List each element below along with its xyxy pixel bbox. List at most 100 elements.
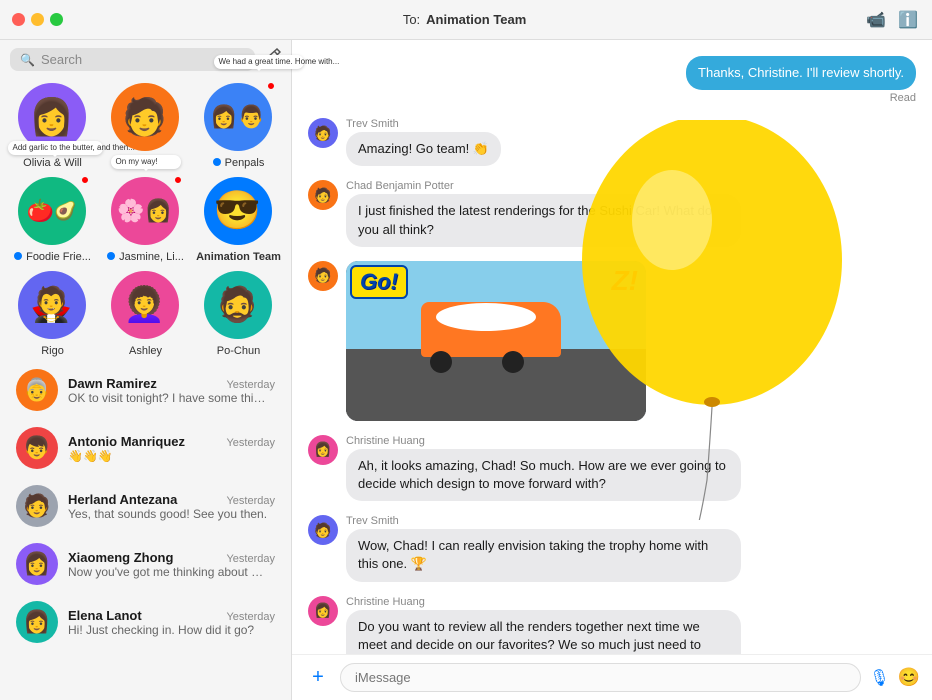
jasmine-bubble: On my way! [111,155,181,169]
avatar-guillermo: 🧑 [111,83,179,151]
msg-bubble-trev-2: Wow, Chad! I can really envision taking … [346,529,741,581]
info-icon[interactable]: ℹ️ [898,10,918,30]
conv-name-row-xiaomeng: Xiaomeng Zhong Yesterday [68,550,275,565]
conv-preview-dawn: OK to visit tonight? I have some things … [68,391,268,405]
avatar-wrapper: 🧔 [204,271,274,341]
conv-details-elena: Elena Lanot Yesterday Hi! Just checking … [68,608,275,637]
chat-messages: Thanks, Christine. I'll review shortly. … [292,40,932,654]
pinned-contacts-row2: Add garlic to the butter, and then... 🍅🥑… [0,173,291,267]
msg-content: Trev Smith Wow, Chad! I can really envis… [346,515,741,581]
avatar-wrapper: Add garlic to the butter, and then... 🍅🥑 [18,177,88,247]
msg-content: Chad Benjamin Potter I just finished the… [346,180,741,246]
sushi-scene: Go! Z! [346,261,646,421]
pinned-item-pochun[interactable]: 🧔 Po-Chun [194,271,283,357]
conv-time-xiaomeng: Yesterday [226,553,275,565]
avatar-trev-smith-2: 🧑 [308,515,338,545]
pinned-label-foodie: Foodie Frie... [14,251,91,263]
avatar-trev-smith-1: 🧑 [308,118,338,148]
avatar-dawn-ramirez: 👵 [16,369,58,411]
msg-text: Ah, it looks amazing, Chad! So much. How… [358,458,726,491]
message-christine-amazing: 👩 Christine Huang Ah, it looks amazing, … [308,435,916,501]
conv-name-herland: Herland Antezana [68,492,177,507]
msg-sender: Trev Smith [346,515,741,527]
conv-item-herland[interactable]: 🧑 Herland Antezana Yesterday Yes, that s… [4,477,287,535]
conv-name-row-antonio: Antonio Manriquez Yesterday [68,434,275,449]
pinned-item-penpals[interactable]: We had a great time. Home with... 👩👨 Pen… [194,83,283,169]
sushi-rice-shape [436,303,536,331]
msg-content: Trev Smith Amazing! Go team! 👏 [346,118,501,166]
avatar-wrapper: We had a great time. Home with... 👩👨 [204,83,274,153]
pinned-item-ashley[interactable]: 👩‍🦱 Ashley [101,271,190,357]
msg-content: Christine Huang Do you want to review al… [346,596,741,655]
pinned-label-animation-team: Animation Team [196,251,281,263]
avatar-ashley: 👩‍🦱 [111,271,179,339]
sticker-go: Go! [350,265,408,299]
title-bar: To: Animation Team 📹 ℹ️ [0,0,932,40]
conv-name-elena: Elena Lanot [68,608,142,623]
close-button[interactable] [12,13,25,26]
sidebar: 🔍 Search 👩 Olivia & Will [0,40,292,700]
title-icons: 📹 ℹ️ [866,10,932,30]
avatar-wrapper: 🧛 [18,271,88,341]
chat-input-area: + 🎙 😊 [292,654,932,700]
avatar-chad-potter: 🧑 [308,180,338,210]
pinned-item-animation-team[interactable]: 😎 Animation Team [194,177,283,263]
foodie-bubble: Add garlic to the butter, and then... [8,141,103,155]
conv-item-antonio[interactable]: 👦 Antonio Manriquez Yesterday 👋👋👋 [4,419,287,477]
wheel-right [502,351,524,373]
pinned-item-foodie-frie[interactable]: Add garlic to the butter, and then... 🍅🥑… [8,177,97,263]
avatar-christine-2: 👩 [308,596,338,626]
audio-record-button[interactable]: 🎙 [869,668,889,688]
msg-content: Christine Huang Ah, it looks amazing, Ch… [346,435,741,501]
conv-name-xiaomeng: Xiaomeng Zhong [68,550,173,565]
pinned-label-rigo: Rigo [41,345,64,357]
video-icon[interactable]: 📹 [866,10,886,30]
read-receipt: Read [890,92,916,104]
unread-badge-penpals [266,81,276,91]
avatar-antonio: 👦 [16,427,58,469]
search-input[interactable]: Search [41,52,82,67]
conv-name-row-herland: Herland Antezana Yesterday [68,492,275,507]
message-thanks-christine: Thanks, Christine. I'll review shortly. … [308,56,916,104]
message-input[interactable] [340,663,861,692]
conv-item-xiaomeng[interactable]: 👩 Xiaomeng Zhong Yesterday Now you've go… [4,535,287,593]
msg-text: Thanks, Christine. I'll review shortly. [698,65,904,80]
conv-details-dawn: Dawn Ramirez Yesterday OK to visit tonig… [68,376,275,405]
traffic-lights [0,13,63,26]
message-sushi-car-image: 🧑 Go! Z! [308,261,916,421]
avatar-animation-team: 😎 [204,177,272,245]
pinned-item-rigo[interactable]: 🧛 Rigo [8,271,97,357]
to-label: To: [403,12,420,27]
pinned-label-pochun: Po-Chun [217,345,260,357]
avatar-foodie: 🍅🥑 [18,177,86,245]
conv-item-dawn-ramirez[interactable]: 👵 Dawn Ramirez Yesterday OK to visit ton… [4,361,287,419]
avatar-wrapper: On my way! 🌸👩 [111,177,181,247]
conv-details-herland: Herland Antezana Yesterday Yes, that sou… [68,492,275,521]
msg-content-image: Go! Z! [346,261,646,421]
avatar-jasmine: 🌸👩 [111,177,179,245]
conv-time-antonio: Yesterday [226,437,275,449]
pinned-item-jasmine[interactable]: On my way! 🌸👩 Jasmine, Li... [101,177,190,263]
avatar-penpals: 👩👨 [204,83,272,151]
avatar-herland: 🧑 [16,485,58,527]
add-attachment-button[interactable]: + [304,664,332,692]
minimize-button[interactable] [31,13,44,26]
conv-preview-elena: Hi! Just checking in. How did it go? [68,623,268,637]
msg-sender: Christine Huang [346,596,741,608]
message-christine-review: 👩 Christine Huang Do you want to review … [308,596,916,655]
conv-details-xiaomeng: Xiaomeng Zhong Yesterday Now you've got … [68,550,275,579]
avatar-christine-1: 👩 [308,435,338,465]
search-icon: 🔍 [20,53,35,67]
conv-item-elena[interactable]: 👩 Elena Lanot Yesterday Hi! Just checkin… [4,593,287,651]
emoji-button[interactable]: 😊 [898,667,920,688]
avatar-rigo: 🧛 [18,271,86,339]
conversation-list: 👵 Dawn Ramirez Yesterday OK to visit ton… [0,361,291,700]
maximize-button[interactable] [50,13,63,26]
pinned-contacts-row3: 🧛 Rigo 👩‍🦱 Ashley 🧔 [0,267,291,361]
sushi-car-image: Go! Z! [346,261,646,421]
msg-bubble-trev-1: Amazing! Go team! 👏 [346,132,501,166]
msg-bubble-christine-2: Do you want to review all the renders to… [346,610,741,655]
conv-time-elena: Yesterday [226,611,275,623]
sushi-road [346,349,646,421]
conv-time-herland: Yesterday [226,495,275,507]
